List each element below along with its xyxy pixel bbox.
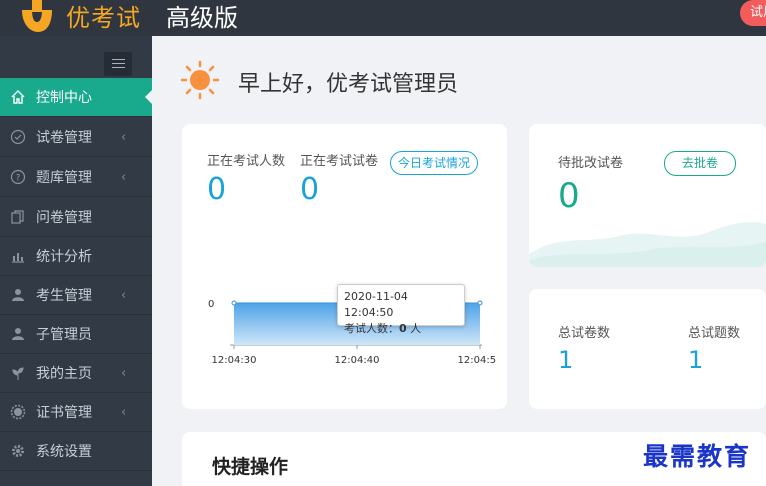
- chevron-left-icon: ‹: [121, 170, 127, 185]
- svg-text:?: ?: [16, 174, 21, 184]
- logo-icon: [22, 0, 52, 32]
- sun-icon: [180, 60, 220, 100]
- sidebar-item-label: 考生管理: [36, 288, 92, 304]
- sidebar-item-label: 子管理员: [36, 327, 92, 343]
- sidebar-item-label: 统计分析: [36, 249, 92, 265]
- sidebar-item-exam-papers[interactable]: 试卷管理 ‹: [0, 118, 152, 157]
- data-point[interactable]: [477, 300, 483, 306]
- pending-value: 0: [558, 176, 580, 216]
- documents-icon: [9, 208, 27, 226]
- sidebar-item-sub-admins[interactable]: 子管理员: [0, 315, 152, 354]
- sidebar-item-my-homepage[interactable]: 我的主页 ‹: [0, 354, 152, 393]
- question-circle-icon: ?: [9, 168, 27, 186]
- y-tick-label: 0: [208, 299, 214, 310]
- total-questions-label: 总试题数: [688, 326, 741, 341]
- sidebar-item-question-bank[interactable]: ? 题库管理 ‹: [0, 158, 152, 197]
- sidebar-item-settings[interactable]: 系统设置: [0, 432, 152, 471]
- tooltip-unit: 人: [410, 322, 422, 335]
- sidebar-item-label: 题库管理: [36, 170, 92, 186]
- menu-toggle-button[interactable]: [104, 52, 132, 76]
- pending-label: 待批改试卷: [558, 156, 624, 171]
- bar-chart-icon: [9, 247, 27, 265]
- papers-value: 0: [300, 172, 320, 207]
- sidebar-item-label: 问卷管理: [36, 210, 92, 226]
- quick-actions-title: 快捷操作: [212, 456, 289, 478]
- x-tick-label: 12:04:30: [212, 355, 257, 366]
- chart-tooltip: 2020-11-04 12:04:50 考试人数：0 人: [337, 284, 465, 335]
- papers-label: 正在考试试卷: [300, 154, 379, 169]
- chevron-left-icon: ‹: [121, 288, 127, 303]
- sidebar-item-label: 证书管理: [36, 405, 92, 421]
- badge-icon: [9, 403, 27, 421]
- greeting-text: 早上好，优考试管理员: [238, 72, 459, 97]
- tooltip-time: 2020-11-04 12:04:50: [344, 290, 408, 319]
- chevron-left-icon: ‹: [121, 405, 127, 420]
- examinees-label: 正在考试人数: [207, 154, 286, 169]
- edition-label: 高级版: [166, 4, 238, 32]
- today-exams-button[interactable]: 今日考试情况: [390, 151, 478, 175]
- sidebar-item-statistics[interactable]: 统计分析: [0, 237, 152, 276]
- data-point[interactable]: [231, 300, 237, 306]
- brand-name: 优考试: [66, 4, 141, 32]
- trial-badge[interactable]: 试用: [740, 0, 766, 26]
- user-icon: [9, 325, 27, 343]
- tooltip-value: 0: [399, 322, 407, 335]
- x-tick-label: 12:04:50: [458, 355, 496, 366]
- check-circle-icon: [9, 128, 27, 146]
- sidebar-item-label: 系统设置: [36, 444, 92, 460]
- tooltip-value-row: 考试人数：0 人: [344, 321, 458, 337]
- sidebar-item-label: 试卷管理: [36, 130, 92, 146]
- chevron-left-icon: ‹: [121, 366, 127, 381]
- watermark: 最需教育: [643, 442, 752, 471]
- gear-icon: [9, 442, 27, 460]
- total-questions-value: 1: [688, 346, 704, 374]
- total-papers-value: 1: [558, 346, 574, 374]
- tooltip-label: 考试人数：: [344, 322, 399, 335]
- examinees-value: 0: [207, 172, 227, 207]
- top-bar: 优考试 高级版 试用: [0, 0, 766, 36]
- chevron-left-icon: ‹: [121, 130, 127, 145]
- user-icon: [9, 286, 27, 304]
- sidebar-item-control-center[interactable]: 控制中心: [0, 78, 153, 117]
- sidebar-item-examinees[interactable]: 考生管理 ‹: [0, 276, 152, 315]
- leaf-icon: [9, 364, 27, 382]
- sidebar-item-label: 我的主页: [36, 366, 92, 382]
- total-papers-label: 总试卷数: [558, 326, 611, 341]
- sidebar-item-label: 控制中心: [36, 90, 92, 106]
- x-tick-label: 12:04:40: [335, 355, 380, 366]
- go-review-button[interactable]: 去批卷: [664, 151, 736, 176]
- home-icon: [9, 88, 27, 106]
- sidebar-item-questionnaire[interactable]: 问卷管理: [0, 198, 152, 237]
- sidebar-item-certificates[interactable]: 证书管理 ‹: [0, 393, 152, 432]
